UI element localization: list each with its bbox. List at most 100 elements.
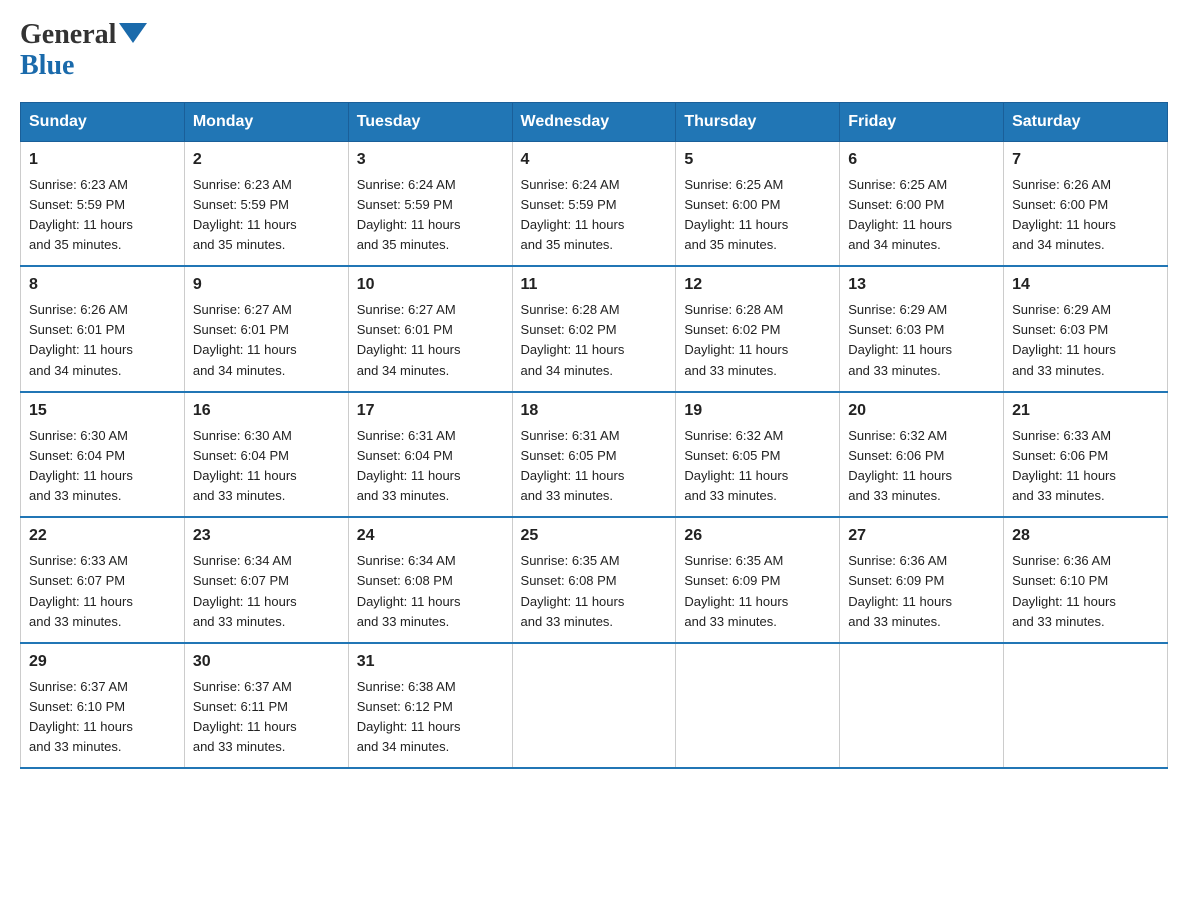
day-number: 11 (521, 273, 668, 297)
calendar-header-wednesday: Wednesday (512, 102, 676, 141)
calendar-week-4: 22 Sunrise: 6:33 AMSunset: 6:07 PMDayligh… (21, 517, 1168, 643)
day-number: 26 (684, 524, 831, 548)
calendar-cell: 8 Sunrise: 6:26 AMSunset: 6:01 PMDaylight… (21, 266, 185, 392)
calendar-cell: 27Sunrise: 6:36 AMSunset: 6:09 PMDayligh… (840, 517, 1004, 643)
day-number: 22 (29, 524, 176, 548)
day-number: 30 (193, 650, 340, 674)
day-info: Sunrise: 6:28 AMSunset: 6:02 PMDaylight:… (684, 300, 831, 381)
calendar-cell: 18 Sunrise: 6:31 AMSunset: 6:05 PMDayligh… (512, 392, 676, 518)
calendar-header-tuesday: Tuesday (348, 102, 512, 141)
calendar-cell: 6 Sunrise: 6:25 AMSunset: 6:00 PMDaylight… (840, 141, 1004, 266)
calendar-cell (676, 643, 840, 769)
calendar-cell: 17 Sunrise: 6:31 AMSunset: 6:04 PMDayligh… (348, 392, 512, 518)
day-info: Sunrise: 6:32 AMSunset: 6:06 PMDaylight:… (848, 426, 995, 507)
calendar-cell: 28Sunrise: 6:36 AMSunset: 6:10 PMDayligh… (1004, 517, 1168, 643)
day-number: 3 (357, 148, 504, 172)
logo-blue-text: Blue (20, 51, 147, 82)
calendar-header: SundayMondayTuesdayWednesdayThursdayFrid… (21, 102, 1168, 141)
calendar-cell: 22 Sunrise: 6:33 AMSunset: 6:07 PMDayligh… (21, 517, 185, 643)
calendar-cell: 23 Sunrise: 6:34 AMSunset: 6:07 PMDayligh… (184, 517, 348, 643)
calendar-cell: 14 Sunrise: 6:29 AMSunset: 6:03 PMDayligh… (1004, 266, 1168, 392)
day-info: Sunrise: 6:36 AMSunset: 6:10 PMDaylight:… (1012, 551, 1159, 632)
calendar-cell: 1 Sunrise: 6:23 AMSunset: 5:59 PMDaylight… (21, 141, 185, 266)
calendar-table: SundayMondayTuesdayWednesdayThursdayFrid… (20, 102, 1168, 770)
calendar-cell: 3 Sunrise: 6:24 AMSunset: 5:59 PMDaylight… (348, 141, 512, 266)
day-number: 18 (521, 399, 668, 423)
day-info: Sunrise: 6:35 AMSunset: 6:08 PMDaylight:… (521, 551, 668, 632)
day-info: Sunrise: 6:24 AMSunset: 5:59 PMDaylight:… (521, 175, 668, 256)
day-info: Sunrise: 6:25 AMSunset: 6:00 PMDaylight:… (684, 175, 831, 256)
day-info: Sunrise: 6:30 AMSunset: 6:04 PMDaylight:… (193, 426, 340, 507)
logo-triangle-icon (119, 23, 147, 43)
calendar-cell: 26Sunrise: 6:35 AMSunset: 6:09 PMDayligh… (676, 517, 840, 643)
calendar-cell: 19 Sunrise: 6:32 AMSunset: 6:05 PMDayligh… (676, 392, 840, 518)
calendar-cell: 11 Sunrise: 6:28 AMSunset: 6:02 PMDayligh… (512, 266, 676, 392)
day-info: Sunrise: 6:33 AMSunset: 6:06 PMDaylight:… (1012, 426, 1159, 507)
day-number: 5 (684, 148, 831, 172)
calendar-cell (840, 643, 1004, 769)
day-number: 16 (193, 399, 340, 423)
day-info: Sunrise: 6:24 AMSunset: 5:59 PMDaylight:… (357, 175, 504, 256)
day-number: 7 (1012, 148, 1159, 172)
day-info: Sunrise: 6:36 AMSunset: 6:09 PMDaylight:… (848, 551, 995, 632)
day-number: 29 (29, 650, 176, 674)
day-number: 8 (29, 273, 176, 297)
calendar-cell: 30 Sunrise: 6:37 AMSunset: 6:11 PMDayligh… (184, 643, 348, 769)
day-number: 4 (521, 148, 668, 172)
day-info: Sunrise: 6:25 AMSunset: 6:00 PMDaylight:… (848, 175, 995, 256)
day-number: 6 (848, 148, 995, 172)
logo-general-text: General (20, 20, 116, 51)
calendar-cell: 9 Sunrise: 6:27 AMSunset: 6:01 PMDaylight… (184, 266, 348, 392)
day-info: Sunrise: 6:29 AMSunset: 6:03 PMDaylight:… (1012, 300, 1159, 381)
day-number: 15 (29, 399, 176, 423)
calendar-cell: 15 Sunrise: 6:30 AMSunset: 6:04 PMDayligh… (21, 392, 185, 518)
day-info: Sunrise: 6:27 AMSunset: 6:01 PMDaylight:… (357, 300, 504, 381)
calendar-body: 1 Sunrise: 6:23 AMSunset: 5:59 PMDaylight… (21, 141, 1168, 768)
calendar-week-2: 8 Sunrise: 6:26 AMSunset: 6:01 PMDaylight… (21, 266, 1168, 392)
day-info: Sunrise: 6:37 AMSunset: 6:11 PMDaylight:… (193, 677, 340, 758)
day-info: Sunrise: 6:28 AMSunset: 6:02 PMDaylight:… (521, 300, 668, 381)
calendar-header-saturday: Saturday (1004, 102, 1168, 141)
day-info: Sunrise: 6:23 AMSunset: 5:59 PMDaylight:… (193, 175, 340, 256)
calendar-week-1: 1 Sunrise: 6:23 AMSunset: 5:59 PMDaylight… (21, 141, 1168, 266)
calendar-cell: 5 Sunrise: 6:25 AMSunset: 6:00 PMDaylight… (676, 141, 840, 266)
day-info: Sunrise: 6:33 AMSunset: 6:07 PMDaylight:… (29, 551, 176, 632)
calendar-header-sunday: Sunday (21, 102, 185, 141)
day-info: Sunrise: 6:31 AMSunset: 6:04 PMDaylight:… (357, 426, 504, 507)
calendar-cell: 13Sunrise: 6:29 AMSunset: 6:03 PMDayligh… (840, 266, 1004, 392)
day-number: 17 (357, 399, 504, 423)
day-number: 14 (1012, 273, 1159, 297)
day-info: Sunrise: 6:26 AMSunset: 6:01 PMDaylight:… (29, 300, 176, 381)
day-number: 23 (193, 524, 340, 548)
day-info: Sunrise: 6:31 AMSunset: 6:05 PMDaylight:… (521, 426, 668, 507)
day-number: 9 (193, 273, 340, 297)
calendar-cell: 2 Sunrise: 6:23 AMSunset: 5:59 PMDaylight… (184, 141, 348, 266)
day-info: Sunrise: 6:34 AMSunset: 6:07 PMDaylight:… (193, 551, 340, 632)
calendar-cell: 24 Sunrise: 6:34 AMSunset: 6:08 PMDayligh… (348, 517, 512, 643)
day-info: Sunrise: 6:27 AMSunset: 6:01 PMDaylight:… (193, 300, 340, 381)
calendar-cell: 20 Sunrise: 6:32 AMSunset: 6:06 PMDayligh… (840, 392, 1004, 518)
calendar-week-5: 29Sunrise: 6:37 AMSunset: 6:10 PMDayligh… (21, 643, 1168, 769)
day-number: 25 (521, 524, 668, 548)
calendar-header-friday: Friday (840, 102, 1004, 141)
logo: General Blue (20, 20, 147, 82)
day-number: 12 (684, 273, 831, 297)
day-info: Sunrise: 6:34 AMSunset: 6:08 PMDaylight:… (357, 551, 504, 632)
day-number: 1 (29, 148, 176, 172)
page-header: General Blue (20, 20, 1168, 82)
day-info: Sunrise: 6:30 AMSunset: 6:04 PMDaylight:… (29, 426, 176, 507)
day-info: Sunrise: 6:32 AMSunset: 6:05 PMDaylight:… (684, 426, 831, 507)
day-number: 19 (684, 399, 831, 423)
day-number: 13 (848, 273, 995, 297)
day-number: 31 (357, 650, 504, 674)
calendar-cell (1004, 643, 1168, 769)
calendar-week-3: 15 Sunrise: 6:30 AMSunset: 6:04 PMDayligh… (21, 392, 1168, 518)
day-number: 2 (193, 148, 340, 172)
day-info: Sunrise: 6:23 AMSunset: 5:59 PMDaylight:… (29, 175, 176, 256)
day-number: 24 (357, 524, 504, 548)
day-info: Sunrise: 6:26 AMSunset: 6:00 PMDaylight:… (1012, 175, 1159, 256)
calendar-cell: 7 Sunrise: 6:26 AMSunset: 6:00 PMDaylight… (1004, 141, 1168, 266)
calendar-cell: 29Sunrise: 6:37 AMSunset: 6:10 PMDayligh… (21, 643, 185, 769)
calendar-cell: 4 Sunrise: 6:24 AMSunset: 5:59 PMDaylight… (512, 141, 676, 266)
day-number: 20 (848, 399, 995, 423)
